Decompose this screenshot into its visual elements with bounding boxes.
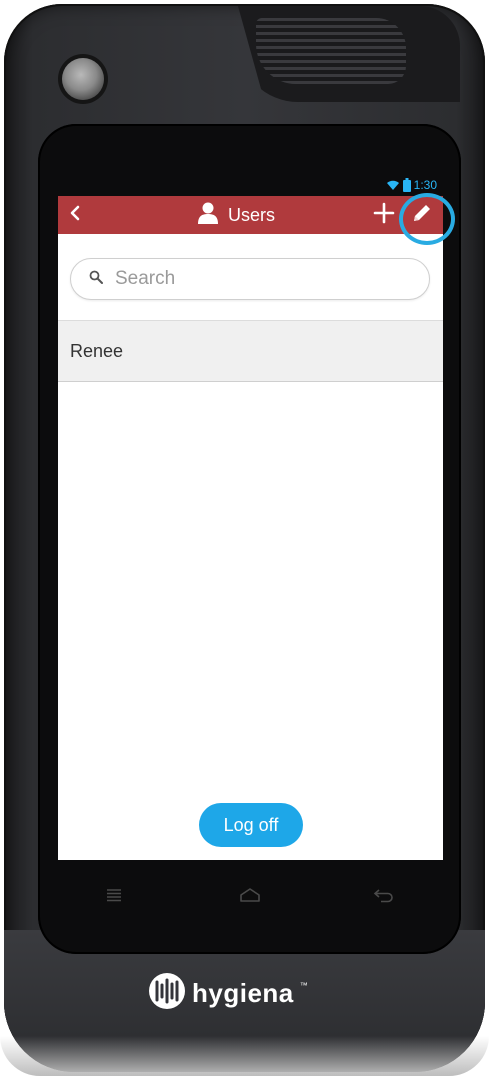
status-bar: 1:30 [58,166,443,196]
menu-button[interactable] [99,884,129,910]
user-name: Renee [70,340,124,361]
chevron-left-icon [69,205,81,226]
search-input[interactable] [115,268,375,290]
home-button[interactable] [235,884,265,910]
page-title-group: Users [198,196,275,234]
search-area [58,234,443,318]
highlight-circle [399,193,455,245]
brand-name: hygiena [192,978,294,1008]
back-button[interactable] [62,201,88,229]
speaker-grille [256,18,406,84]
battery-icon [402,178,411,192]
back-nav-button[interactable] [369,884,399,910]
add-user-button[interactable] [370,201,398,229]
menu-icon [106,887,122,908]
status-time: 1:30 [413,178,437,192]
list-item[interactable]: Renee [58,320,443,382]
home-icon [239,887,261,908]
trademark: ™ [299,981,308,990]
app-header: Users [58,196,443,234]
log-off-button[interactable]: Log off [199,803,303,847]
plus-icon [373,202,395,229]
device-shadow [0,1036,489,1076]
search-icon [89,270,103,289]
hygiena-logo-icon [148,972,186,1015]
user-icon [198,202,218,229]
page-title: Users [228,204,276,225]
navigation-bar [58,862,443,932]
wifi-icon [386,179,400,191]
search-box[interactable] [70,258,430,300]
back-arrow-icon [373,887,395,908]
camera-lens [62,58,104,100]
brand-logo: hygiena ™ [148,972,308,1015]
device-screen: 1:30 Users Search Renee Log off [58,166,443,860]
